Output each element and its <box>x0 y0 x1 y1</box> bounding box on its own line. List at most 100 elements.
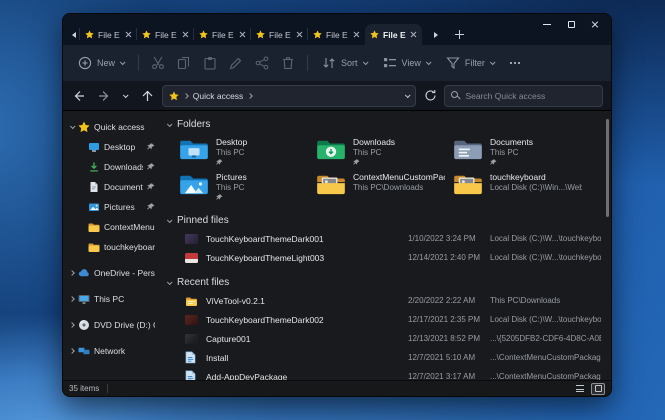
chevron-right-icon[interactable] <box>69 322 75 328</box>
minimize-button[interactable] <box>535 15 559 33</box>
toolbar-divider <box>138 55 139 71</box>
plus-icon <box>455 30 464 39</box>
share-button[interactable] <box>250 51 274 75</box>
chevron-down-icon <box>123 92 129 98</box>
sidebar-item-quick-access[interactable]: Quick access <box>63 117 159 137</box>
paste-icon <box>203 56 217 70</box>
new-button[interactable]: New <box>71 52 131 74</box>
large-icons-view-button[interactable] <box>591 383 605 395</box>
tab-5[interactable]: File E <box>308 24 365 45</box>
recent-files-section-header[interactable]: Recent files <box>165 273 601 291</box>
refresh-button[interactable] <box>422 87 439 105</box>
more-options-button[interactable] <box>503 51 527 75</box>
sidebar-item-touchkeyboard[interactable]: touchkeyboard <box>63 237 159 257</box>
folder-tile-pictures[interactable]: Pictures This PC <box>179 172 316 201</box>
file-row-install[interactable]: Install 12/7/2021 5:10 AM ...\ContextMen… <box>165 348 601 367</box>
tab-close-icon[interactable] <box>125 31 132 38</box>
pinned-files-section-header[interactable]: Pinned files <box>165 211 601 229</box>
tab-1[interactable]: File E <box>80 24 137 45</box>
forward-button[interactable] <box>94 87 111 105</box>
folder-tile-desktop[interactable]: Desktop This PC <box>179 137 316 166</box>
new-label: New <box>97 58 115 68</box>
tab-4[interactable]: File E <box>251 24 308 45</box>
pictures-folder-icon <box>179 172 209 196</box>
tab-close-icon[interactable] <box>239 31 246 38</box>
chevron-down-icon[interactable] <box>70 123 76 129</box>
paste-button[interactable] <box>198 51 222 75</box>
sidebar-item-desktop[interactable]: Desktop <box>63 137 159 157</box>
delete-icon <box>281 56 295 70</box>
sidebar-item-pictures[interactable]: Pictures <box>63 197 159 217</box>
chevron-down-icon <box>362 59 368 65</box>
cut-button[interactable] <box>146 51 170 75</box>
tab-2[interactable]: File E <box>137 24 194 45</box>
tab-6-active[interactable]: File E <box>365 24 422 45</box>
tab-label: File E <box>326 30 349 40</box>
view-button[interactable]: View <box>376 52 437 74</box>
arrow-right-icon <box>96 90 109 102</box>
maximize-button[interactable] <box>559 15 583 33</box>
refresh-icon <box>424 89 437 102</box>
tab-scroll-right-button[interactable] <box>430 24 442 45</box>
network-icon <box>78 345 90 357</box>
tab-label: File E <box>269 30 292 40</box>
file-row-touchkeyboardthemedark001[interactable]: TouchKeyboardThemeDark001 1/10/2022 3:24… <box>165 229 601 248</box>
sidebar-item-documents[interactable]: Documents <box>63 177 159 197</box>
rename-button[interactable] <box>224 51 248 75</box>
sidebar-item-dvd-drive[interactable]: DVD Drive (D:) CCCO <box>63 315 159 335</box>
address-dropdown-icon[interactable] <box>405 92 411 98</box>
tab-3[interactable]: File E <box>194 24 251 45</box>
minimize-icon <box>543 24 551 25</box>
folder-tile-contextmenucustompac[interactable]: ContextMenuCustomPac... This PC\Download… <box>316 172 453 201</box>
file-row-touchkeyboardthemelight003[interactable]: TouchKeyboardThemeLight003 12/14/2021 2:… <box>165 248 601 267</box>
sidebar-item-onedrive[interactable]: OneDrive - Personal <box>63 263 159 283</box>
quick-access-star-icon <box>169 91 179 101</box>
sidebar-item-contextmenucust[interactable]: ContextMenuCust <box>63 217 159 237</box>
sidebar-item-network[interactable]: Network <box>63 341 159 361</box>
details-view-button[interactable] <box>573 383 587 395</box>
close-button[interactable] <box>583 15 607 33</box>
search-input[interactable] <box>465 91 596 101</box>
tab-close-icon[interactable] <box>410 31 417 38</box>
sort-button[interactable]: Sort <box>315 52 374 74</box>
breadcrumb[interactable]: Quick access <box>162 85 416 107</box>
sidebar-item-this-pc[interactable]: This PC <box>63 289 159 309</box>
address-bar: Quick access <box>63 81 611 111</box>
chevron-right-icon[interactable] <box>69 296 75 302</box>
chevron-down-icon <box>490 59 496 65</box>
file-row-add-appdevpackage[interactable]: Add-AppDevPackage 12/7/2021 3:17 AM ...\… <box>165 367 601 380</box>
back-button[interactable] <box>71 87 88 105</box>
sidebar-item-downloads[interactable]: Downloads <box>63 157 159 177</box>
folder-tile-documents[interactable]: Documents This PC <box>453 137 590 166</box>
vertical-scrollbar[interactable] <box>606 119 609 217</box>
folder-icon <box>185 295 198 307</box>
folder-tile-downloads[interactable]: Downloads This PC <box>316 137 453 166</box>
copy-button[interactable] <box>172 51 196 75</box>
recent-locations-button[interactable] <box>116 87 133 105</box>
tab-close-icon[interactable] <box>353 31 360 38</box>
tab-close-icon[interactable] <box>182 31 189 38</box>
file-row-touchkeyboardthemedark002[interactable]: TouchKeyboardThemeDark002 12/17/2021 2:3… <box>165 310 601 329</box>
pin-icon <box>490 159 497 166</box>
close-icon <box>591 20 599 28</box>
new-tab-button[interactable] <box>450 24 468 45</box>
copy-icon <box>177 56 191 70</box>
file-row-capture001[interactable]: Capture001 12/13/2021 8:52 PM ...\{5205D… <box>165 329 601 348</box>
chevron-right-icon[interactable] <box>69 270 75 276</box>
chevron-down-icon <box>120 59 126 65</box>
up-button[interactable] <box>139 87 156 105</box>
folder-tile-touchkeyboard[interactable]: touchkeyboard Local Disk (C:)\Win...\Web <box>453 172 590 201</box>
pictures-icon <box>88 201 100 213</box>
file-row-vivetool[interactable]: ViVeTool-v0.2.1 2/20/2022 2:22 AM This P… <box>165 291 601 310</box>
tab-close-icon[interactable] <box>296 31 303 38</box>
script-file-icon <box>185 351 196 364</box>
onedrive-cloud-icon <box>78 267 90 279</box>
ellipsis-icon <box>506 62 524 64</box>
chevron-right-icon[interactable] <box>69 348 75 354</box>
filter-button[interactable]: Filter <box>439 52 501 74</box>
delete-button[interactable] <box>276 51 300 75</box>
arrow-left-icon <box>73 90 86 102</box>
folders-section-header[interactable]: Folders <box>165 115 601 133</box>
breadcrumb-location[interactable]: Quick access <box>193 91 244 101</box>
search-box <box>444 85 603 107</box>
